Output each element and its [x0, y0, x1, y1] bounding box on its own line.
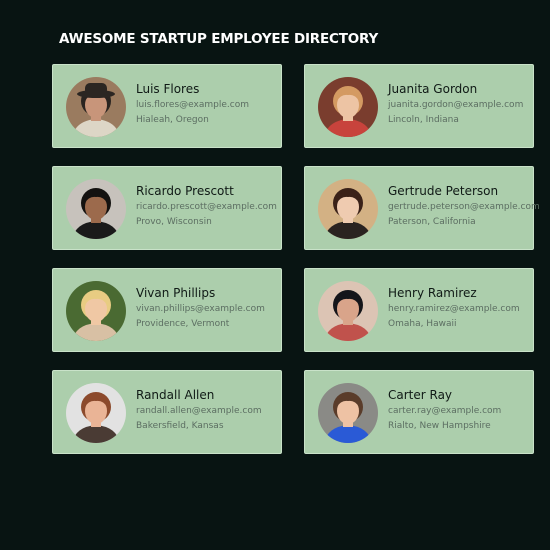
employee-location: Omaha, Hawaii [388, 319, 457, 329]
employee-name: Henry Ramirez [388, 286, 477, 300]
employee-location: Lincoln, Indiana [388, 115, 459, 125]
employee-name: Juanita Gordon [388, 82, 478, 96]
employee-location: Bakersfield, Kansas [136, 421, 224, 431]
employee-card[interactable]: Carter Ray carter.ray@example.com Rialto, … [304, 370, 534, 454]
employee-email: vivan.phillips@example.com [136, 304, 265, 314]
employee-email: gertrude.peterson@example.com [388, 202, 540, 212]
employee-card[interactable]: Juanita Gordon juanita.gordon@example.com… [304, 64, 534, 148]
employee-name: Luis Flores [136, 82, 200, 96]
employee-card[interactable]: Randall Allen randall.allen@example.com Ba… [52, 370, 282, 454]
employee-location: Rialto, New Hampshire [388, 421, 491, 431]
employee-info: Ricardo Prescott ricardo.prescott@example… [136, 184, 277, 231]
employee-card[interactable]: Vivan Phillips vivan.phillips@example.com… [52, 268, 282, 352]
page-title: AWESOME STARTUP EMPLOYEE DIRECTORY [59, 31, 379, 47]
employee-avatar [66, 179, 126, 239]
employee-location: Providence, Vermont [136, 319, 230, 329]
employee-location: Hialeah, Oregon [136, 115, 209, 125]
employee-name: Carter Ray [388, 388, 453, 402]
employee-card[interactable]: Gertrude Peterson gertrude.peterson@examp… [304, 166, 540, 250]
employee-name: Vivan Phillips [136, 286, 216, 300]
employee-location: Paterson, California [388, 217, 476, 227]
employee-avatar [318, 383, 378, 443]
employee-name: Randall Allen [136, 388, 215, 402]
employee-grid: Luis Flores luis.flores@example.com Hialea… [52, 64, 540, 454]
employee-name: Ricardo Prescott [136, 184, 234, 198]
employee-avatar [66, 77, 126, 137]
employee-email: carter.ray@example.com [388, 406, 502, 416]
employee-info: Carter Ray carter.ray@example.com Rialto, … [388, 388, 529, 435]
employee-email: juanita.gordon@example.com [388, 100, 524, 110]
employee-email: randall.allen@example.com [136, 406, 262, 416]
employee-avatar [66, 281, 126, 341]
employee-info: Randall Allen randall.allen@example.com Ba… [136, 388, 277, 435]
employee-info: Henry Ramirez henry.ramirez@example.com Om… [388, 286, 529, 333]
employee-info: Gertrude Peterson gertrude.peterson@examp… [388, 184, 540, 231]
employee-email: henry.ramirez@example.com [388, 304, 520, 314]
employee-avatar [318, 179, 378, 239]
employee-info: Vivan Phillips vivan.phillips@example.com… [136, 286, 277, 333]
employee-card[interactable]: Ricardo Prescott ricardo.prescott@example… [52, 166, 282, 250]
employee-avatar [66, 383, 126, 443]
employee-info: Luis Flores luis.flores@example.com Hialea… [136, 82, 277, 129]
employee-avatar [318, 77, 378, 137]
employee-info: Juanita Gordon juanita.gordon@example.com… [388, 82, 529, 129]
employee-email: luis.flores@example.com [136, 100, 249, 110]
directory-page: AWESOME STARTUP EMPLOYEE DIRECTORY Luis … [0, 0, 550, 550]
employee-name: Gertrude Peterson [388, 184, 499, 198]
employee-card[interactable]: Henry Ramirez henry.ramirez@example.com Om… [304, 268, 534, 352]
employee-email: ricardo.prescott@example.com [136, 202, 277, 212]
employee-avatar [318, 281, 378, 341]
employee-location: Provo, Wisconsin [136, 217, 212, 227]
employee-card[interactable]: Luis Flores luis.flores@example.com Hialea… [52, 64, 282, 148]
